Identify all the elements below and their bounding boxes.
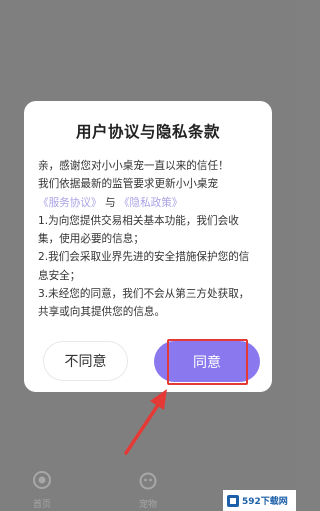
tab-pets[interactable]: 宠物 [128, 469, 168, 510]
watermark-text: 592下载网 [242, 497, 288, 507]
tab-home-label: 首页 [32, 500, 51, 510]
pointer-arrow-icon [124, 389, 167, 455]
pet-tab-icon [139, 472, 157, 490]
watermark-logo-icon [227, 494, 239, 507]
home-tab-icon [33, 471, 51, 489]
tab-pets-label: 宠物 [138, 500, 157, 510]
watermark-logo: 592下载网 [223, 490, 296, 511]
tab-home[interactable]: 首页 [22, 469, 62, 510]
